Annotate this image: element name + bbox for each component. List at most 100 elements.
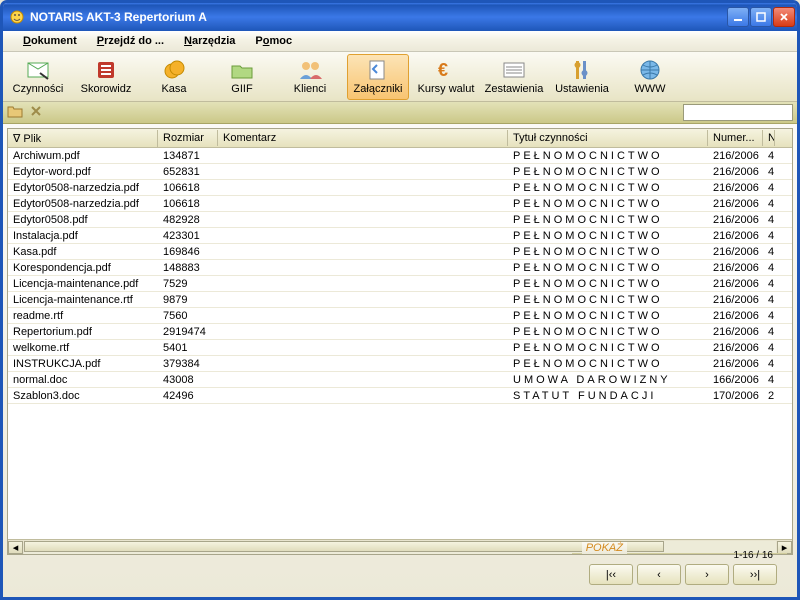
nav-first-button[interactable]: |‹‹ [589,564,633,585]
toolbar-giif[interactable]: GIIF [211,54,273,100]
table-row[interactable]: welkome.rtf5401PEŁNOMOCNICTWO216/20064 [8,340,792,356]
cell-extra: 4 [763,358,775,370]
cell-plik: normal.doc [8,374,158,386]
cell-rozmiar: 2919474 [158,326,218,338]
cell-plik: Edytor0508.pdf [8,214,158,226]
table-row[interactable]: INSTRUKCJA.pdf379384PEŁNOMOCNICTWO216/20… [8,356,792,372]
cell-plik: welkome.rtf [8,342,158,354]
cell-extra: 4 [763,150,775,162]
table-row[interactable]: readme.rtf7560PEŁNOMOCNICTWO216/20064 [8,308,792,324]
scroll-track[interactable] [24,541,776,554]
table-row[interactable]: Licencja-maintenance.pdf7529PEŁNOMOCNICT… [8,276,792,292]
scroll-left-icon[interactable]: ◂ [8,541,23,554]
toolbar-kasa[interactable]: Kasa [143,54,205,100]
table-row[interactable]: Licencja-maintenance.rtf9879PEŁNOMOCNICT… [8,292,792,308]
horizontal-scrollbar[interactable]: ◂ ▸ [8,539,792,554]
search-input[interactable] [683,104,793,121]
toolbar-label: Kursy walut [418,83,475,95]
menu-dokument[interactable]: Dokument [13,33,87,49]
giif-icon [230,59,254,81]
cell-rozmiar: 148883 [158,262,218,274]
cell-tytul: PEŁNOMOCNICTWO [508,294,708,306]
menubar: Dokument Przejdź do ... Narzędzia Pomoc [3,31,797,52]
toolbar-skorowidz[interactable]: Skorowidz [75,54,137,100]
cell-plik: Korespondencja.pdf [8,262,158,274]
cell-rozmiar: 7529 [158,278,218,290]
toolbar-czynnosci[interactable]: Czynności [7,54,69,100]
cell-rozmiar: 9879 [158,294,218,306]
toolbar-label: Ustawienia [555,83,609,95]
table-row[interactable]: Kasa.pdf169846PEŁNOMOCNICTWO216/20064 [8,244,792,260]
grid-body[interactable]: Archiwum.pdf134871PEŁNOMOCNICTWO216/2006… [8,148,792,539]
toolbar-zalaczniki[interactable]: Załączniki [347,54,409,100]
toolbar-label: GIIF [231,83,252,95]
col-extra[interactable]: N [763,130,775,146]
col-numer[interactable]: Numer... [708,130,763,146]
maximize-button[interactable] [750,7,772,27]
minimize-button[interactable] [727,7,749,27]
cell-numer: 216/2006 [708,214,763,226]
toolbar-label: Załączniki [354,83,403,95]
cell-numer: 216/2006 [708,182,763,194]
col-plik[interactable]: ∇ Plik [8,130,158,147]
table-row[interactable]: Korespondencja.pdf148883PEŁNOMOCNICTWO21… [8,260,792,276]
toolbar-www[interactable]: WWW [619,54,681,100]
cell-plik: Edytor0508-narzedzia.pdf [8,182,158,194]
zalaczniki-icon [366,59,390,81]
nav-prev-button[interactable]: ‹ [637,564,681,585]
toolbar-label: Klienci [294,83,326,95]
cell-tytul: PEŁNOMOCNICTWO [508,358,708,370]
app-window: NOTARIS AKT-3 Repertorium A Dokument Prz… [0,0,800,600]
cell-numer: 216/2006 [708,262,763,274]
cell-tytul: PEŁNOMOCNICTWO [508,150,708,162]
table-row[interactable]: Edytor-word.pdf652831PEŁNOMOCNICTWO216/2… [8,164,792,180]
menu-narzedzia[interactable]: Narzędzia [174,33,245,49]
table-row[interactable]: Archiwum.pdf134871PEŁNOMOCNICTWO216/2006… [8,148,792,164]
table-row[interactable]: Szablon3.doc42496STATUT FUNDACJI170/2006… [8,388,792,404]
cell-tytul: PEŁNOMOCNICTWO [508,198,708,210]
menu-przejdz-do[interactable]: Przejdź do ... [87,33,174,49]
table-row[interactable]: normal.doc43008UMOWA DAROWIZNY166/20064 [8,372,792,388]
col-komentarz[interactable]: Komentarz [218,130,508,146]
cell-tytul: STATUT FUNDACJI [508,390,708,402]
cell-numer: 170/2006 [708,390,763,402]
cell-numer: 216/2006 [708,358,763,370]
table-row[interactable]: Instalacja.pdf423301PEŁNOMOCNICTWO216/20… [8,228,792,244]
menu-pomoc[interactable]: Pomoc [245,33,302,49]
cell-tytul: PEŁNOMOCNICTWO [508,230,708,242]
toolbar-label: Kasa [161,83,186,95]
cell-numer: 216/2006 [708,310,763,322]
scroll-right-icon[interactable]: ▸ [777,541,792,554]
data-grid: ∇ Plik Rozmiar Komentarz Tytuł czynności… [7,128,793,555]
cell-numer: 216/2006 [708,326,763,338]
table-row[interactable]: Edytor0508-narzedzia.pdf106618PEŁNOMOCNI… [8,180,792,196]
toolbar-klienci[interactable]: Klienci [279,54,341,100]
cell-plik: Repertorium.pdf [8,326,158,338]
cell-rozmiar: 5401 [158,342,218,354]
delete-icon[interactable] [29,104,43,121]
table-row[interactable]: Edytor0508.pdf482928PEŁNOMOCNICTWO216/20… [8,212,792,228]
toolbar-zestawienia[interactable]: Zestawienia [483,54,545,100]
cell-rozmiar: 134871 [158,150,218,162]
cell-rozmiar: 43008 [158,374,218,386]
cell-tytul: PEŁNOMOCNICTWO [508,214,708,226]
footer: POKAŻ 1-16 / 16 |‹‹ ‹ › ››| [3,559,797,597]
titlebar: NOTARIS AKT-3 Repertorium A [3,3,797,31]
cell-plik: Edytor0508-narzedzia.pdf [8,198,158,210]
cell-rozmiar: 652831 [158,166,218,178]
cell-plik: Kasa.pdf [8,246,158,258]
toolbar-kursy-walut[interactable]: €Kursy walut [415,54,477,100]
skorowidz-icon [94,59,118,81]
table-row[interactable]: Repertorium.pdf2919474PEŁNOMOCNICTWO216/… [8,324,792,340]
col-rozmiar[interactable]: Rozmiar [158,130,218,146]
cell-rozmiar: 106618 [158,198,218,210]
toolbar-ustawienia[interactable]: Ustawienia [551,54,613,100]
scroll-thumb[interactable] [24,541,664,552]
nav-next-button[interactable]: › [685,564,729,585]
col-tytul[interactable]: Tytuł czynności [508,130,708,146]
table-row[interactable]: Edytor0508-narzedzia.pdf106618 PEŁNOMOCNI… [8,196,792,212]
folder-icon[interactable] [7,104,23,121]
cell-extra: 4 [763,198,775,210]
close-button[interactable] [773,7,795,27]
nav-last-button[interactable]: ››| [733,564,777,585]
